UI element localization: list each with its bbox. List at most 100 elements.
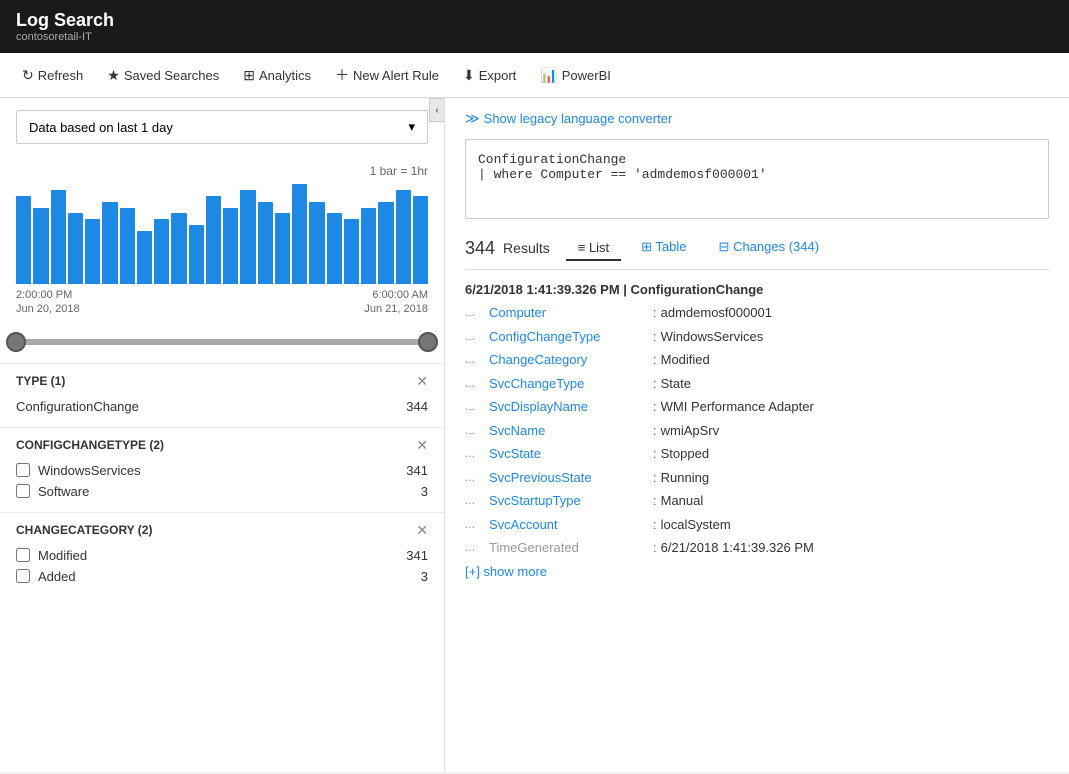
changecategory-filter-items: Modified 341 Added 3: [16, 545, 428, 587]
results-label: Results: [503, 240, 550, 256]
filter-item-count: 3: [421, 484, 428, 499]
toolbar: ↻ Refresh ★ Saved Searches ⊞ Analytics ＋…: [0, 53, 1069, 98]
filter-checkbox[interactable]: [16, 548, 30, 562]
result-field-row: ... SvcPreviousState : Running: [465, 466, 1049, 490]
export-icon: ⬇: [463, 67, 475, 84]
table-icon: ⊞: [641, 239, 652, 254]
refresh-icon: ↻: [22, 67, 34, 84]
show-more-button[interactable]: [+] show more: [465, 560, 547, 583]
chart-bar: [154, 219, 169, 284]
result-field-row: ... SvcStartupType : Manual: [465, 489, 1049, 513]
result-ellipsis: ...: [465, 515, 485, 533]
filter-checkbox[interactable]: [16, 569, 30, 583]
result-field-row: ... SvcChangeType : State: [465, 372, 1049, 396]
changecategory-filter-close[interactable]: ✕: [416, 523, 428, 537]
refresh-button[interactable]: ↻ Refresh: [12, 61, 93, 90]
export-button[interactable]: ⬇ Export: [453, 61, 526, 90]
app-title: Log Search: [16, 10, 1053, 31]
result-field-key[interactable]: Computer: [489, 303, 649, 323]
result-field-key[interactable]: SvcDisplayName: [489, 397, 649, 417]
chart-axis-right: 6:00:00 AM Jun 21, 2018: [364, 288, 428, 317]
list-item: Added 3: [16, 566, 428, 587]
filter-item-left: WindowsServices: [16, 463, 141, 478]
result-ellipsis: ...: [465, 374, 485, 392]
result-field-key[interactable]: SvcPreviousState: [489, 468, 649, 488]
list-item: Modified 341: [16, 545, 428, 566]
date-dropdown-button[interactable]: Data based on last 1 day ▾: [16, 110, 428, 144]
result-field-value: WMI Performance Adapter: [661, 397, 814, 417]
filter-item-left: Software: [16, 484, 89, 499]
result-field-key[interactable]: ChangeCategory: [489, 350, 649, 370]
filter-item-label: Added: [38, 569, 76, 584]
tab-table[interactable]: ⊞ Table: [629, 235, 698, 261]
chart-bar: [240, 190, 255, 284]
query-box[interactable]: ConfigurationChange | where Computer == …: [465, 139, 1049, 219]
result-field-key[interactable]: SvcAccount: [489, 515, 649, 535]
range-track: [16, 339, 428, 345]
result-ellipsis: ...: [465, 421, 485, 439]
result-field-key[interactable]: ConfigChangeType: [489, 327, 649, 347]
analytics-button[interactable]: ⊞ Analytics: [233, 61, 321, 90]
type-filter-close[interactable]: ✕: [416, 374, 428, 388]
filter-item-label: ConfigurationChange: [16, 399, 139, 414]
collapse-handle[interactable]: ‹: [429, 98, 445, 122]
result-field-row: ... TimeGenerated : 6/21/2018 1:41:39.32…: [465, 536, 1049, 560]
legacy-language-converter-link[interactable]: ≫ Show legacy language converter: [465, 110, 1049, 127]
filter-checkbox[interactable]: [16, 463, 30, 477]
result-field-key[interactable]: SvcName: [489, 421, 649, 441]
configchangetype-filter-items: WindowsServices 341 Software 3: [16, 460, 428, 502]
chart-bar: [361, 208, 376, 284]
result-field-row: ... SvcDisplayName : WMI Performance Ada…: [465, 395, 1049, 419]
result-field-key[interactable]: SvcChangeType: [489, 374, 649, 394]
result-field-value: Running: [661, 468, 709, 488]
chart-bar: [137, 231, 152, 284]
list-item: Software 3: [16, 481, 428, 502]
configchangetype-filter-section: CONFIGCHANGETYPE (2) ✕ WindowsServices 3…: [0, 427, 444, 512]
result-field-key[interactable]: TimeGenerated: [489, 538, 649, 558]
result-field-value: 6/21/2018 1:41:39.326 PM: [661, 538, 814, 558]
chart-area: 1 bar = 1hr 2:00:00 PM Jun 20, 2018 6:00…: [0, 156, 444, 321]
tab-list[interactable]: ≡ List: [566, 236, 621, 261]
app-header: Log Search contosoretail-IT: [0, 0, 1069, 53]
result-colon: :: [653, 374, 657, 394]
result-field-value: Manual: [661, 491, 704, 511]
app-subtitle: contosoretail-IT: [16, 31, 1053, 43]
range-thumb-right[interactable]: [418, 332, 438, 352]
saved-searches-button[interactable]: ★ Saved Searches: [97, 61, 229, 90]
result-field-key[interactable]: SvcStartupType: [489, 491, 649, 511]
result-field-row: ... ConfigChangeType : WindowsServices: [465, 325, 1049, 349]
powerbi-icon: 📊: [540, 67, 557, 84]
chart-bar: [344, 219, 359, 284]
result-field-value: State: [661, 374, 691, 394]
result-field-row: ... SvcAccount : localSystem: [465, 513, 1049, 537]
results-count: 344: [465, 238, 495, 259]
powerbi-button[interactable]: 📊 PowerBI: [530, 61, 621, 90]
changecategory-filter-section: CHANGECATEGORY (2) ✕ Modified 341 Added …: [0, 512, 444, 597]
filter-item-label: Modified: [38, 548, 87, 563]
double-chevron-icon: ≫: [465, 110, 480, 127]
tab-changes[interactable]: ⊟ Changes (344): [707, 235, 832, 261]
filter-item-label: WindowsServices: [38, 463, 141, 478]
result-colon: :: [653, 538, 657, 558]
result-field-row: ... SvcName : wmiApSrv: [465, 419, 1049, 443]
new-alert-rule-button[interactable]: ＋ New Alert Rule: [325, 59, 449, 91]
range-thumb-left[interactable]: [6, 332, 26, 352]
configchangetype-filter-close[interactable]: ✕: [416, 438, 428, 452]
result-ellipsis: ...: [465, 468, 485, 486]
changecategory-filter-header: CHANGECATEGORY (2) ✕: [16, 523, 428, 537]
result-field-value: wmiApSrv: [661, 421, 720, 441]
result-fields: ... Computer : admdemosf000001 ... Confi…: [465, 301, 1049, 560]
result-field-value: WindowsServices: [661, 327, 764, 347]
filter-checkbox[interactable]: [16, 484, 30, 498]
chart-bar: [206, 196, 221, 284]
chart-bar: [33, 208, 48, 284]
result-field-value: Stopped: [661, 444, 709, 464]
chart-bar: [327, 213, 342, 284]
result-ellipsis: ...: [465, 444, 485, 462]
chart-bar: [51, 190, 66, 284]
chevron-down-icon: ▾: [408, 119, 415, 135]
chart-bar: [292, 184, 307, 284]
result-field-key[interactable]: SvcState: [489, 444, 649, 464]
result-ellipsis: ...: [465, 303, 485, 321]
list-item: WindowsServices 341: [16, 460, 428, 481]
